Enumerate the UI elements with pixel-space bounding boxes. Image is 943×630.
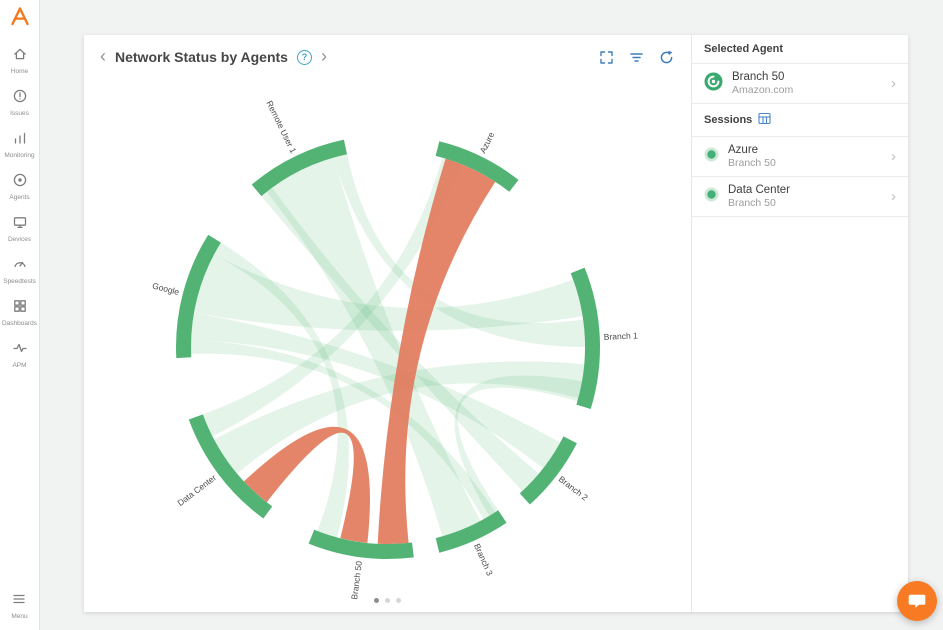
selected-agent-name: Branch 50 bbox=[732, 71, 793, 83]
pagination-dots bbox=[84, 598, 691, 603]
chat-button[interactable] bbox=[897, 581, 937, 621]
chevron-right-icon: › bbox=[891, 76, 896, 91]
main-card: ‹ Network Status by Agents ? › AzureBran… bbox=[84, 35, 908, 612]
agent-status-icon bbox=[704, 72, 723, 96]
expand-icon[interactable] bbox=[598, 49, 615, 66]
refresh-icon[interactable] bbox=[658, 49, 675, 66]
details-pane: Selected Agent Branch 50 Amazon.com › Se… bbox=[692, 35, 908, 612]
session-name: Data Center bbox=[728, 184, 790, 196]
apm-icon bbox=[12, 340, 28, 361]
chevron-right-icon: › bbox=[891, 189, 896, 204]
session-agent: Branch 50 bbox=[728, 157, 776, 169]
node-label-branch-2: Branch 2 bbox=[557, 474, 590, 503]
selected-agent-subtitle: Amazon.com bbox=[732, 84, 793, 96]
chart-pane: ‹ Network Status by Agents ? › Azure Bran… bbox=[84, 35, 692, 612]
header-actions bbox=[598, 49, 675, 66]
sidebar-item-label: Dashboards bbox=[2, 320, 37, 327]
sidebar-item-devices[interactable]: Devices bbox=[0, 208, 39, 250]
session-status-icon bbox=[704, 187, 719, 207]
pagination-dot-3[interactable] bbox=[396, 598, 401, 603]
sidebar-item-issues[interactable]: Issues bbox=[0, 82, 39, 124]
sidebar-item-dashboards[interactable]: Dashboards bbox=[0, 292, 39, 334]
sidebar-item-label: Agents bbox=[9, 194, 29, 201]
session-agent: Branch 50 bbox=[728, 197, 790, 209]
node-label-branch-50: Branch 50 bbox=[349, 560, 364, 600]
sidebar-item-label: Issues bbox=[10, 110, 29, 117]
selected-agent-item[interactable]: Branch 50 Amazon.com › bbox=[692, 64, 908, 104]
widget-header: ‹ Network Status by Agents ? › bbox=[84, 35, 691, 79]
sidebar-item-label: APM bbox=[12, 362, 26, 369]
pagination-dot-2[interactable] bbox=[385, 598, 390, 603]
sessions-header: Sessions bbox=[692, 104, 908, 137]
session-name: Azure bbox=[728, 144, 776, 156]
sidebar-item-label: Menu bbox=[11, 613, 27, 620]
selected-agent-header: Selected Agent bbox=[692, 35, 908, 64]
sidebar-item-apm[interactable]: APM bbox=[0, 334, 39, 376]
sidebar-item-label: Devices bbox=[8, 236, 31, 243]
sidebar-item-label: Monitoring bbox=[4, 152, 34, 159]
node-label-google: Google bbox=[151, 280, 180, 297]
sidebar-item-speedtests[interactable]: Speedtests bbox=[0, 250, 39, 292]
next-widget-button[interactable]: › bbox=[321, 47, 327, 65]
devices-icon bbox=[12, 214, 28, 235]
monitoring-icon bbox=[12, 130, 28, 151]
issues-icon bbox=[12, 88, 28, 109]
table-icon[interactable] bbox=[758, 112, 771, 128]
sidebar-item-label: Speedtests bbox=[3, 278, 36, 285]
menu-icon bbox=[11, 591, 27, 612]
chord-diagram[interactable]: AzureBranch 1Branch 2Branch 3Branch 50Da… bbox=[84, 79, 692, 594]
pagination-dot-1[interactable] bbox=[374, 598, 379, 603]
chat-bubble-icon bbox=[907, 591, 927, 611]
selected-agent-title: Selected Agent bbox=[704, 43, 783, 55]
filter-icon[interactable] bbox=[628, 49, 645, 66]
widget-title: Network Status by Agents bbox=[115, 49, 288, 65]
dashboards-icon bbox=[12, 298, 28, 319]
home-icon bbox=[12, 46, 28, 67]
sidebar-item-monitoring[interactable]: Monitoring bbox=[0, 124, 39, 166]
sidebar-nav: Home Issues Monitoring Agents Devices Speedte… bbox=[0, 40, 39, 376]
sessions-list: AzureBranch 50›Data CenterBranch 50› bbox=[692, 137, 908, 217]
node-label-data-center: Data Center bbox=[175, 472, 218, 508]
prev-widget-button[interactable]: ‹ bbox=[100, 47, 106, 65]
node-label-remote-user-1: Remote User 1 bbox=[264, 99, 298, 155]
sidebar-item-home[interactable]: Home bbox=[0, 40, 39, 82]
chevron-right-icon: › bbox=[891, 149, 896, 164]
session-item-data-center[interactable]: Data CenterBranch 50 › bbox=[692, 177, 908, 217]
session-status-icon bbox=[704, 147, 719, 167]
sessions-title: Sessions bbox=[704, 114, 752, 126]
sidebar: Home Issues Monitoring Agents Devices Speedte… bbox=[0, 0, 40, 630]
node-label-branch-1: Branch 1 bbox=[604, 330, 639, 341]
brand-logo-icon bbox=[9, 5, 31, 27]
sidebar-item-agents[interactable]: Agents bbox=[0, 166, 39, 208]
node-label-azure: Azure bbox=[478, 130, 497, 155]
session-item-azure[interactable]: AzureBranch 50 › bbox=[692, 137, 908, 177]
agents-icon bbox=[12, 172, 28, 193]
sidebar-item-label: Home bbox=[11, 68, 28, 75]
app-logo[interactable] bbox=[9, 0, 31, 40]
help-icon[interactable]: ? bbox=[297, 50, 312, 65]
speedtests-icon bbox=[12, 256, 28, 277]
sidebar-item-menu[interactable]: Menu bbox=[11, 585, 27, 630]
node-label-branch-3: Branch 3 bbox=[472, 542, 495, 577]
